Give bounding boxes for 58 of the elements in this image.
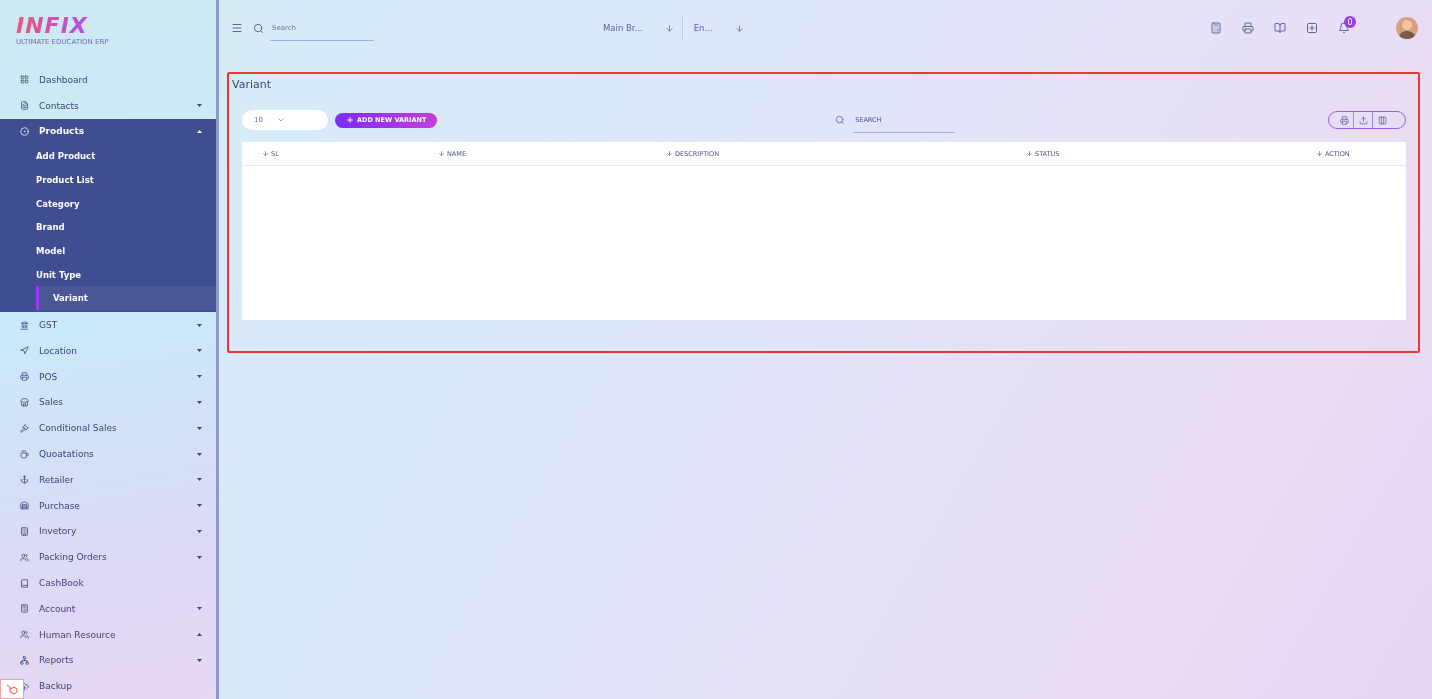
submenu-item[interactable]: Unit Type bbox=[0, 262, 216, 287]
caret-down-icon bbox=[197, 400, 202, 404]
sidebar-item[interactable]: Sales bbox=[0, 389, 216, 416]
caret-down-icon bbox=[197, 529, 202, 533]
caret-down-icon bbox=[197, 555, 202, 559]
sidebar-item[interactable]: Invetory bbox=[0, 518, 216, 545]
notification-count: 0 bbox=[1344, 16, 1356, 28]
caret-down-icon bbox=[197, 426, 202, 430]
caret-up-icon bbox=[197, 129, 202, 133]
submenu-item[interactable]: Model bbox=[0, 239, 216, 263]
caret-up-icon bbox=[197, 633, 202, 637]
caret-down-icon bbox=[197, 323, 202, 327]
language-dropdown[interactable]: En... bbox=[693, 23, 713, 33]
sidebar-item[interactable]: Human Resource bbox=[0, 621, 216, 648]
sort-arrow-icon bbox=[262, 150, 269, 157]
sidebar-item[interactable]: Location bbox=[0, 337, 216, 364]
sidebar-item[interactable]: Products bbox=[0, 118, 216, 145]
submenu-item[interactable]: Product List bbox=[0, 168, 216, 192]
sidebar-item[interactable]: GST bbox=[0, 312, 216, 338]
caret-down-icon bbox=[197, 104, 202, 108]
caret-down-icon bbox=[197, 452, 202, 456]
search-icon bbox=[253, 22, 264, 34]
search-icon bbox=[835, 115, 846, 125]
page-title: Variant bbox=[232, 78, 272, 93]
sort-arrow-icon bbox=[438, 150, 445, 157]
caret-down-icon bbox=[197, 504, 202, 508]
caret-down-icon bbox=[197, 607, 202, 611]
sort-arrow-icon bbox=[1026, 150, 1033, 157]
avatar[interactable] bbox=[1396, 17, 1418, 39]
sort-arrow-icon bbox=[666, 150, 673, 157]
caret-down-icon bbox=[197, 349, 202, 353]
caret-down-icon bbox=[197, 375, 202, 379]
plus-icon bbox=[346, 116, 354, 124]
arrow-down-icon[interactable] bbox=[664, 23, 674, 33]
submenu-item[interactable]: Brand bbox=[0, 215, 216, 240]
caret-down-icon bbox=[276, 116, 285, 124]
sidebar-item[interactable]: CashBook bbox=[0, 570, 216, 596]
submenu-item[interactable]: Category bbox=[0, 191, 216, 216]
sidebar-item[interactable]: POS bbox=[0, 363, 216, 390]
sidebar-item[interactable]: Packing Orders bbox=[0, 544, 216, 571]
book-icon[interactable] bbox=[1274, 22, 1286, 34]
branch-dropdown[interactable]: Main Br... bbox=[603, 23, 643, 33]
caret-down-icon bbox=[197, 658, 202, 662]
plus-icon[interactable] bbox=[1306, 22, 1318, 34]
sidebar-item[interactable]: Dashboard bbox=[0, 66, 216, 93]
sidebar-item[interactable]: Contacts bbox=[0, 92, 216, 119]
sidebar-item[interactable]: Quoatations bbox=[0, 441, 216, 467]
sidebar-item[interactable]: Conditional Sales bbox=[0, 415, 216, 442]
sidebar-item[interactable]: Retailer bbox=[0, 466, 216, 493]
caret-down-icon bbox=[197, 478, 202, 482]
submenu-item[interactable]: Variant bbox=[36, 286, 216, 311]
sidebar-item[interactable]: Reports bbox=[0, 647, 216, 674]
arrow-down-icon[interactable] bbox=[734, 23, 744, 33]
sidebar-item[interactable]: Purchase bbox=[0, 492, 216, 519]
bell-icon[interactable] bbox=[1338, 22, 1350, 34]
submenu-item[interactable]: Add Product bbox=[0, 144, 216, 169]
sort-arrow-icon bbox=[1316, 150, 1323, 157]
sidebar-item[interactable]: Account bbox=[0, 595, 216, 622]
